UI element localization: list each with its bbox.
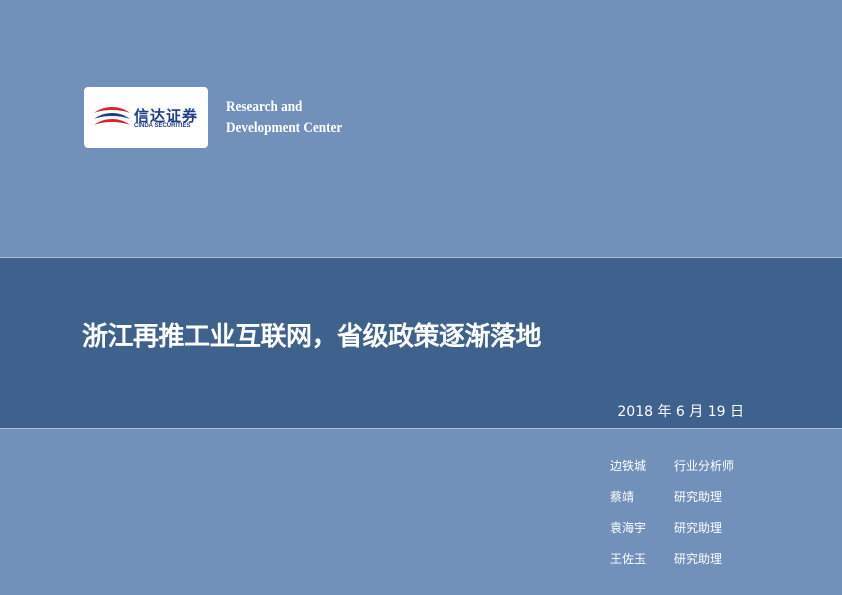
- author-role: 行业分析师: [674, 459, 735, 473]
- author-role: 研究助理: [674, 490, 723, 504]
- report-title: 浙江再推工业互联网，省级政策逐渐落地: [82, 322, 542, 352]
- author-name: 蔡靖: [610, 490, 635, 504]
- research-center-tagline: Research and Development Center: [226, 97, 342, 139]
- author-role: 研究助理: [674, 552, 723, 566]
- author-name: 边铁城: [610, 459, 647, 473]
- tagline-line-2: Development Center: [226, 120, 343, 136]
- author-role: 研究助理: [674, 521, 723, 535]
- author-row: 袁海宇 研究助理: [610, 512, 734, 543]
- logo-english-text: CINDA SECURITIES: [134, 123, 191, 129]
- author-name: 袁海宇: [610, 521, 647, 535]
- author-row: 蔡靖 研究助理: [610, 481, 734, 512]
- report-date: 2018 年 6 月 19 日: [617, 404, 744, 420]
- company-logo: 信达证券 CINDA SECURITIES: [84, 87, 208, 148]
- tagline-line-1: Research and: [226, 99, 303, 115]
- author-name: 王佐玉: [610, 552, 647, 566]
- cinda-logo-icon: [94, 107, 130, 125]
- author-row: 王佐玉 研究助理: [610, 543, 734, 574]
- author-row: 边铁城 行业分析师: [610, 450, 734, 481]
- author-list: 边铁城 行业分析师 蔡靖 研究助理 袁海宇 研究助理 王佐玉 研究助理: [610, 450, 734, 574]
